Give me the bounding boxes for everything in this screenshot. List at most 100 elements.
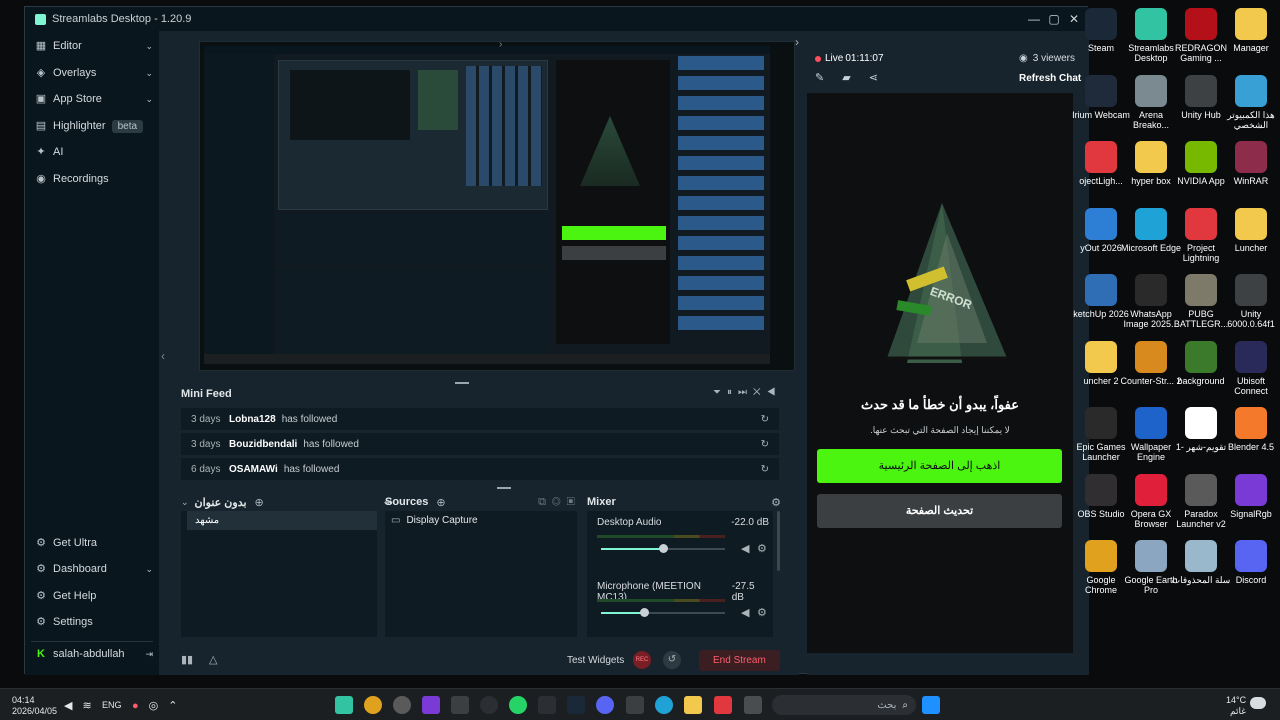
mute-alerts-icon[interactable]: ✕: [753, 387, 767, 398]
go-home-button[interactable]: اذهب إلى الصفحة الرئيسية: [817, 449, 1062, 483]
scene-collection-title[interactable]: بدون عنوان: [195, 496, 247, 509]
scrollbar[interactable]: [777, 511, 780, 571]
volume-icon[interactable]: ◀: [64, 700, 82, 712]
cloud-icon[interactable]: [1250, 697, 1266, 709]
performance-icon[interactable]: ▮▮: [181, 653, 193, 666]
settings-taskbar-icon[interactable]: [480, 696, 498, 714]
speaker-icon[interactable]: ◀: [741, 606, 749, 619]
stream-preview[interactable]: [199, 41, 795, 371]
sidebar-item-highlighter[interactable]: ▤ Highlighter beta: [35, 116, 153, 136]
sidebar-item-editor[interactable]: ▦ Editor ⌄: [35, 36, 153, 56]
desktop-icon[interactable]: Blender 4.5: [1220, 407, 1280, 452]
gear-icon[interactable]: ⚙: [757, 606, 767, 619]
expand-right-icon[interactable]: ›: [499, 39, 502, 50]
user-account[interactable]: K salah-abdullah ⇥: [35, 644, 153, 664]
maximize-button[interactable]: ▢: [1047, 12, 1061, 26]
scene-item[interactable]: مشهد: [187, 511, 377, 530]
clock-date[interactable]: 2026/04/05: [12, 706, 57, 716]
project-lightning-taskbar-icon[interactable]: [714, 696, 732, 714]
resize-handle[interactable]: [497, 487, 511, 489]
desktop-icon[interactable]: Ubisoft Connect: [1220, 340, 1280, 396]
source-tools-icons[interactable]: ⧉◎▣: [538, 496, 581, 509]
obs-taskbar-icon[interactable]: [538, 696, 556, 714]
chevron-up-icon[interactable]: ⌃: [168, 700, 187, 712]
tray-icons[interactable]: ◀≋: [64, 699, 102, 712]
search-box[interactable]: ⌕ بحث: [772, 695, 916, 715]
folder-icon[interactable]: ▰: [842, 72, 868, 84]
sidebar-item-get-ultra[interactable]: ⚙ Get Ultra: [35, 533, 153, 553]
add-source-icon[interactable]: ⊕: [436, 496, 445, 509]
store-taskbar-icon[interactable]: [626, 696, 644, 714]
desktop-icon[interactable]: هذا الكمبيوتر الشخصي: [1220, 74, 1280, 130]
source-item[interactable]: ▭ Display Capture: [391, 511, 478, 529]
collapse-chat-icon[interactable]: ›: [795, 35, 799, 49]
filter-icon[interactable]: ⏷: [713, 387, 727, 398]
media-player-taskbar-icon[interactable]: [393, 696, 411, 714]
feed-row: 3 days Bouzidbendali has followed ↻: [181, 433, 779, 455]
slider-knob[interactable]: [640, 608, 650, 617]
app-icon: [1185, 340, 1217, 373]
add-scene-icon[interactable]: ⊕: [255, 496, 264, 509]
skip-icon[interactable]: ⏭: [738, 387, 753, 398]
chrome-taskbar-icon[interactable]: [364, 696, 382, 714]
mini-feed-controls[interactable]: ⏷⏸⏭✕◀: [713, 387, 782, 398]
replay-icon[interactable]: ↻: [761, 414, 769, 425]
window-taskbar-icon[interactable]: [744, 696, 762, 714]
sidebar-item-app-store[interactable]: ▣ App Store ⌄: [35, 89, 153, 109]
sidebar-item-get-help[interactable]: ⚙ Get Help: [35, 586, 153, 606]
desktop-icon[interactable]: Discord: [1220, 540, 1280, 585]
record-button[interactable]: REC: [633, 651, 651, 669]
sidebar-item-recordings[interactable]: ◉ Recordings: [35, 169, 153, 189]
signalrgb-taskbar-icon[interactable]: [451, 696, 469, 714]
wifi-icon[interactable]: ≋: [82, 700, 101, 712]
visual-studio-taskbar-icon[interactable]: [422, 696, 440, 714]
edge-taskbar-icon[interactable]: [655, 696, 673, 714]
desktop-icon[interactable]: Manager: [1220, 8, 1280, 53]
chevron-down-icon[interactable]: ⌄: [181, 497, 189, 508]
mixer-settings-icon[interactable]: ⚙: [771, 496, 781, 509]
pause-icon[interactable]: ⏸: [727, 387, 738, 398]
replay-icon[interactable]: ↻: [761, 439, 769, 450]
sidebar-item-overlays[interactable]: ◈ Overlays ⌄: [35, 63, 153, 83]
gear-icon[interactable]: ⚙: [757, 542, 767, 555]
replay-icon[interactable]: ↻: [761, 464, 769, 475]
replay-buffer-icon[interactable]: ↺: [663, 651, 681, 669]
volume-slider[interactable]: [601, 608, 725, 617]
tray-extra-icons[interactable]: ●◎⌃: [132, 699, 187, 712]
resize-handle[interactable]: [455, 382, 469, 384]
weather-temp[interactable]: 14°C: [1226, 695, 1246, 705]
desktop-icon[interactable]: WinRAR: [1220, 141, 1280, 186]
desktop-icon[interactable]: Luncher: [1220, 207, 1280, 253]
app-tray-icon[interactable]: ◎: [149, 700, 169, 712]
test-widgets-button[interactable]: Test Widgets: [567, 655, 624, 666]
edit-icon[interactable]: ✎: [815, 72, 842, 84]
microphone-icon[interactable]: ●: [132, 700, 149, 712]
speaker-icon[interactable]: ◀: [741, 542, 749, 555]
steam-taskbar-icon[interactable]: [567, 696, 585, 714]
weather-desc[interactable]: غائم: [1230, 706, 1246, 717]
file-explorer-taskbar-icon[interactable]: [684, 696, 702, 714]
reload-page-button[interactable]: تحديث الصفحة: [817, 494, 1062, 528]
logout-icon[interactable]: ⇥: [145, 649, 153, 660]
sidebar-item-ai[interactable]: ✦ AI: [35, 142, 153, 162]
clock-time[interactable]: 04:14: [12, 695, 35, 705]
streamlabs-taskbar-icon[interactable]: [335, 696, 353, 714]
discord-taskbar-icon[interactable]: [596, 696, 614, 714]
desktop-icon[interactable]: SignalRgb: [1220, 473, 1280, 519]
share-icon[interactable]: ⋖: [869, 72, 896, 84]
title-bar[interactable]: Streamlabs Desktop - 1.20.9: [25, 7, 1089, 31]
language-indicator[interactable]: ENG: [102, 700, 122, 710]
sidebar-item-settings[interactable]: ⚙ Settings: [35, 612, 153, 632]
volume-slider[interactable]: [601, 544, 725, 553]
minimize-button[interactable]: —: [1027, 12, 1041, 26]
alert-icon[interactable]: △: [209, 653, 217, 666]
desktop-icon[interactable]: Unity 6000.0.64f1: [1220, 274, 1280, 329]
volume-icon[interactable]: ◀: [767, 387, 782, 398]
slider-knob[interactable]: [659, 544, 668, 553]
sidebar-item-dashboard[interactable]: ⚙ Dashboard ⌄: [35, 559, 153, 579]
end-stream-button[interactable]: End Stream: [699, 650, 780, 671]
scenes-panel: مشهد: [181, 511, 377, 637]
whatsapp-taskbar-icon[interactable]: [509, 696, 527, 714]
start-button-icon[interactable]: [922, 696, 940, 714]
collapse-left-icon[interactable]: ‹: [161, 349, 165, 363]
